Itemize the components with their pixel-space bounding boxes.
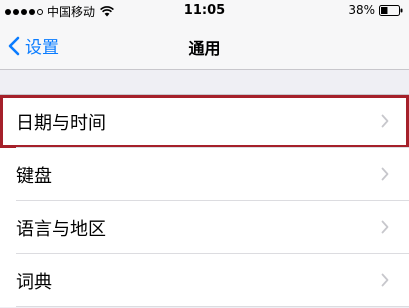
battery-percent: 38% [348,3,375,17]
chevron-right-icon [381,220,389,234]
battery-icon [379,4,403,16]
navigation-bar: 设置 通用 [0,22,409,70]
list-item-dictionary[interactable]: 词典 [0,254,409,307]
settings-list: 日期与时间 键盘 语言与地区 词典 [0,94,409,307]
chevron-right-icon [381,273,389,287]
list-item-label: 词典 [16,271,52,293]
list-item-keyboard[interactable]: 键盘 [0,148,409,201]
status-bar: 中国移动 11:05 38% [0,0,409,22]
page-title: 通用 [188,39,221,58]
chevron-right-icon [381,167,389,181]
list-item-label: 日期与时间 [16,112,106,134]
row-separator [16,306,409,307]
list-item-label: 键盘 [16,165,52,187]
chevron-right-icon [381,114,389,128]
status-right: 38% [348,3,403,17]
list-item-label: 语言与地区 [16,218,106,240]
list-item-language-region[interactable]: 语言与地区 [0,201,409,254]
list-item-date-time[interactable]: 日期与时间 [0,95,409,148]
